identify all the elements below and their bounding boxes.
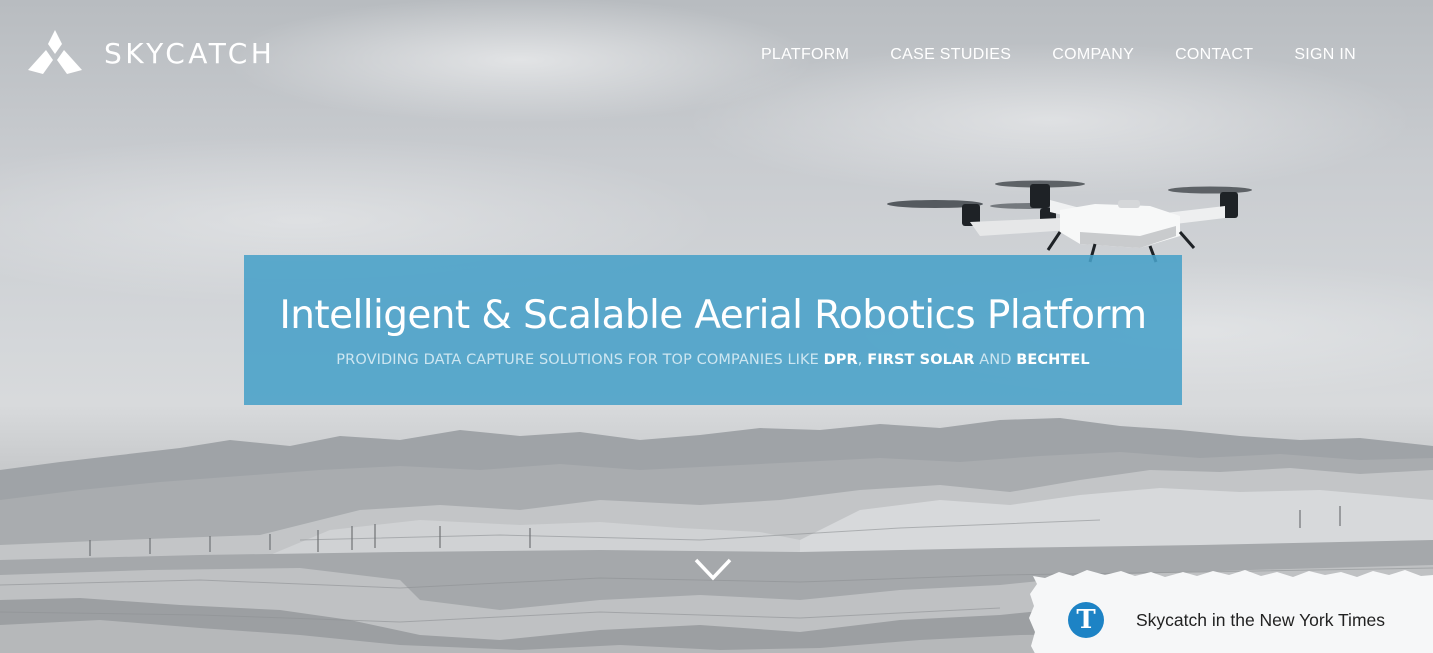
chevron-down-icon[interactable] bbox=[693, 556, 733, 582]
main-nav: PLATFORM CASE STUDIES COMPANY CONTACT SI… bbox=[761, 46, 1356, 64]
nav-platform[interactable]: PLATFORM bbox=[761, 46, 849, 64]
company-dpr: DPR bbox=[823, 352, 858, 368]
hero-banner: Intelligent & Scalable Aerial Robotics P… bbox=[244, 255, 1182, 405]
press-link[interactable]: T Skycatch in the New York Times bbox=[1068, 602, 1385, 638]
nyt-logo-icon: T bbox=[1068, 602, 1104, 638]
company-first-solar: FIRST SOLAR bbox=[867, 352, 975, 368]
skycatch-logo-icon bbox=[28, 30, 82, 74]
skycatch-logo[interactable]: SKYCATCH bbox=[28, 30, 275, 76]
company-bechtel: BECHTEL bbox=[1016, 352, 1090, 368]
hero-background: SKYCATCH PLATFORM CASE STUDIES COMPANY C… bbox=[0, 0, 1433, 653]
nav-sign-in[interactable]: SIGN IN bbox=[1294, 46, 1356, 64]
subtitle-separator-2: AND bbox=[974, 352, 1017, 368]
subtitle-separator-1: , bbox=[857, 352, 868, 368]
brand-name: SKYCATCH bbox=[104, 36, 276, 70]
hero-subtitle: PROVIDING DATA CAPTURE SOLUTIONS FOR TOP… bbox=[244, 352, 1182, 368]
subtitle-prefix: PROVIDING DATA CAPTURE SOLUTIONS FOR TOP… bbox=[336, 352, 824, 368]
nav-company[interactable]: COMPANY bbox=[1052, 46, 1134, 64]
nav-case-studies[interactable]: CASE STUDIES bbox=[890, 46, 1011, 64]
hero-title: Intelligent & Scalable Aerial Robotics P… bbox=[279, 293, 1147, 338]
press-label: Skycatch in the New York Times bbox=[1136, 609, 1385, 630]
nav-contact[interactable]: CONTACT bbox=[1175, 46, 1253, 64]
